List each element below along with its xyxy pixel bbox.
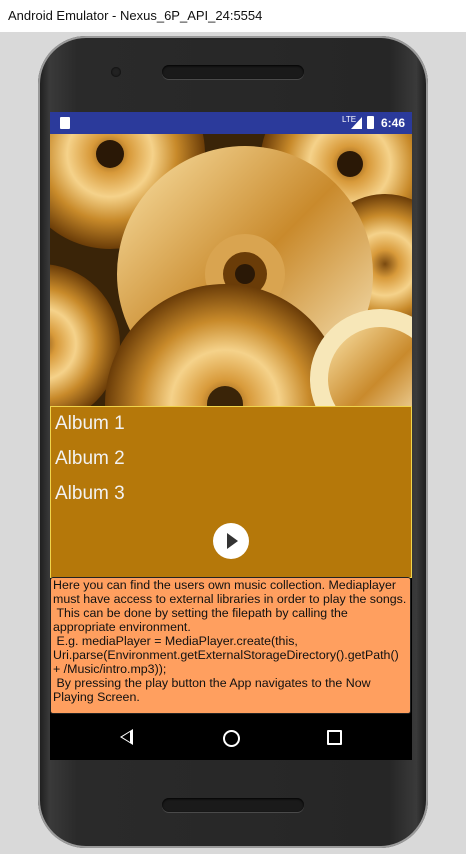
- album-item-2[interactable]: Album 2: [55, 448, 125, 470]
- home-icon[interactable]: [223, 730, 240, 747]
- back-icon-inner: [122, 732, 130, 742]
- album-list-panel: Album 1 Album 2 Album 3: [50, 406, 412, 578]
- signal-icon: [351, 117, 362, 129]
- battery-icon: [367, 116, 374, 129]
- album-item-3[interactable]: Album 3: [55, 483, 125, 505]
- bottom-speaker: [162, 798, 304, 812]
- play-button[interactable]: [213, 523, 249, 559]
- navigation-bar: [50, 715, 412, 760]
- description-text-box: Here you can find the users own music co…: [50, 577, 411, 714]
- status-bar: LTE 6:46: [50, 112, 412, 134]
- cd-header-image: [50, 134, 412, 406]
- front-camera: [111, 67, 121, 77]
- recent-apps-icon[interactable]: [327, 730, 342, 745]
- play-icon: [227, 533, 238, 549]
- status-clock: 6:46: [381, 116, 406, 130]
- album-item-1[interactable]: Album 1: [55, 413, 125, 435]
- sd-card-icon: [60, 117, 70, 129]
- emulator-title-bar: Android Emulator - Nexus_6P_API_24:5554: [0, 0, 466, 32]
- device-screen: LTE 6:46 Album 1 Album 2 Album 3 Here yo…: [50, 112, 412, 760]
- window-title: Android Emulator - Nexus_6P_API_24:5554: [8, 8, 263, 23]
- top-speaker: [162, 65, 304, 79]
- cd-discs-graphic: [50, 134, 412, 406]
